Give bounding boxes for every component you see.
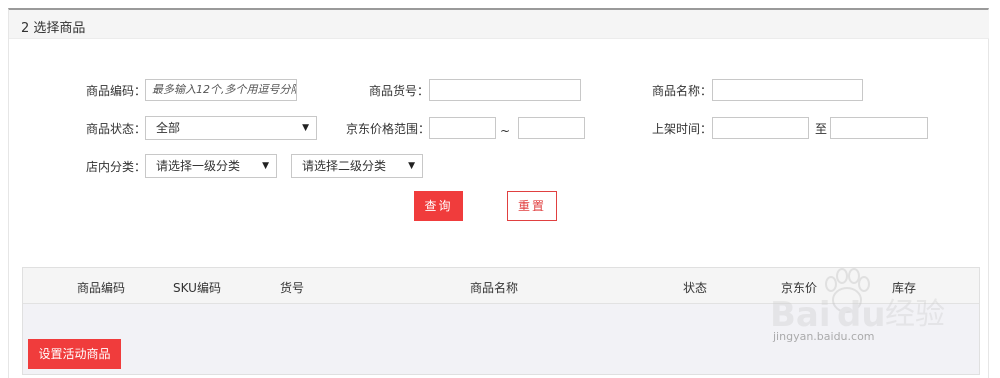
store-category-label: 店内分类： <box>86 160 147 174</box>
product-code-input[interactable]: 最多输入12个,多个用逗号分隔 <box>145 79 297 101</box>
column-header: 京东价 <box>781 281 818 295</box>
chevron-down-icon: ▼ <box>302 123 309 133</box>
column-header: 库存 <box>892 281 917 295</box>
category-level1-select[interactable]: 请选择一级分类 ▼ <box>145 154 277 178</box>
reset-button[interactable]: 重置 <box>507 191 557 221</box>
category-level1-value: 请选择一级分类 <box>156 159 241 173</box>
product-name-label: 商品名称： <box>652 84 713 98</box>
product-status-label: 商品状态： <box>86 122 147 136</box>
category-level2-select[interactable]: 请选择二级分类 ▼ <box>291 154 423 178</box>
table-header: 商品编码 SKU编码 货号 商品名称 状态 京东价 库存 <box>23 268 979 304</box>
product-number-label: 商品货号： <box>369 84 430 98</box>
price-range-label: 京东价格范围： <box>346 122 431 136</box>
listing-start-input[interactable] <box>712 117 809 139</box>
category-level2-value: 请选择二级分类 <box>302 159 387 173</box>
chevron-down-icon: ▼ <box>262 161 269 171</box>
listing-time-label: 上架时间： <box>652 122 713 136</box>
column-header: 货号 <box>280 281 305 295</box>
query-button[interactable]: 查询 <box>414 191 463 221</box>
product-code-label: 商品编码： <box>86 84 147 98</box>
chevron-down-icon: ▼ <box>408 161 415 171</box>
price-min-input[interactable] <box>429 117 496 139</box>
watermark-url: jingyan.baidu.com <box>773 330 875 343</box>
section-title: 2 选择商品 <box>21 21 86 36</box>
price-max-input[interactable] <box>518 117 585 139</box>
product-status-value: 全部 <box>156 121 181 135</box>
product-name-input[interactable] <box>712 79 863 101</box>
column-header: 商品编码 <box>77 281 126 295</box>
product-table: 商品编码 SKU编码 货号 商品名称 状态 京东价 库存 设置活动商品 <box>22 267 980 375</box>
set-activity-products-button[interactable]: 设置活动商品 <box>28 339 121 369</box>
product-status-select[interactable]: 全部 ▼ <box>145 116 317 140</box>
listing-time-separator: 至 <box>815 122 828 136</box>
column-header: 状态 <box>683 281 708 295</box>
price-range-separator: ~ <box>500 124 511 138</box>
product-number-input[interactable] <box>429 79 581 101</box>
listing-end-input[interactable] <box>830 117 928 139</box>
column-header: 商品名称 <box>470 281 519 295</box>
section-header: 2 选择商品 <box>9 10 989 39</box>
column-header: SKU编码 <box>173 281 221 295</box>
